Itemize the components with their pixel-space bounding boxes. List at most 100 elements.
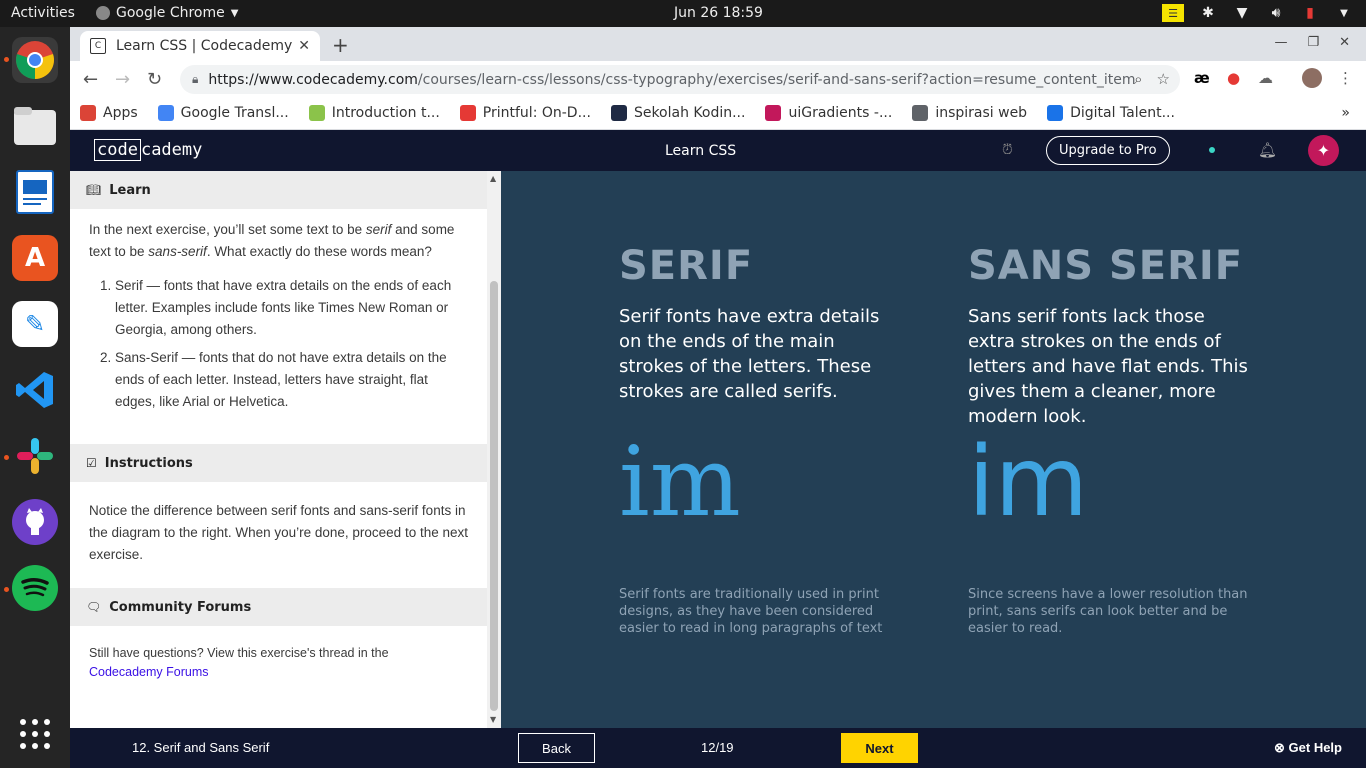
instructions-panel: 📖︎ Learn In the next exercise, you’ll se…: [70, 171, 501, 728]
wifi-icon[interactable]: ▼: [1232, 3, 1252, 23]
font-type-list: Serif — fonts that have extra details on…: [89, 275, 468, 413]
folder-icon: [912, 105, 929, 121]
bookmark-star-icon[interactable]: ☆: [1157, 70, 1170, 88]
apps-grid-icon: [80, 105, 96, 121]
scroll-thumb[interactable]: [490, 281, 498, 711]
tab-title: Learn CSS | Codecademy: [116, 38, 293, 54]
alarm-clock-icon[interactable]: ⏰︎: [1002, 142, 1013, 158]
running-indicator: [4, 455, 9, 460]
window-controls: — ❐ ✕: [1274, 35, 1350, 50]
learn-intro: In the next exercise, you’ll set some te…: [89, 222, 455, 259]
bookmark-google-translate[interactable]: Google Transl...: [148, 105, 299, 121]
printful-icon: [459, 105, 476, 121]
codecademy-logo[interactable]: code cademy: [94, 139, 202, 161]
serif-note: Serif fonts are traditionally used in pr…: [619, 587, 883, 636]
menu-icon[interactable]: ⋮: [1338, 69, 1353, 87]
checkbox-icon: ☑: [86, 456, 97, 470]
forums-link[interactable]: Codecademy Forums: [89, 665, 209, 679]
sans-serif-glyph-sample: im: [968, 426, 1089, 538]
notes-icon[interactable]: ☰: [1162, 4, 1184, 22]
zoom-icon[interactable]: ⌕: [1134, 70, 1142, 88]
lock-icon: 🔒︎: [192, 72, 199, 86]
chrome-icon[interactable]: [12, 37, 58, 83]
book-icon: 📖︎: [86, 183, 102, 197]
list-item: Serif — fonts that have extra details on…: [115, 275, 468, 341]
text-editor-icon[interactable]: ✎: [12, 301, 58, 347]
bookmark-sekolah-koding[interactable]: Sekolah Kodin...: [601, 105, 756, 121]
scroll-up-icon[interactable]: ▲: [490, 174, 496, 183]
codecademy-favicon-icon: C: [90, 38, 106, 54]
close-tab-icon[interactable]: ✕: [298, 38, 310, 54]
new-tab-button[interactable]: +: [332, 33, 349, 57]
more-bookmarks-icon[interactable]: »: [1341, 105, 1350, 121]
reload-icon[interactable]: ↻: [147, 69, 162, 90]
back-button[interactable]: Back: [518, 733, 595, 763]
sans-serif-heading: SANS SERIF: [968, 243, 1244, 289]
writer-icon[interactable]: [12, 169, 58, 215]
software-center-icon[interactable]: A: [12, 235, 58, 281]
extension-cloud-icon[interactable]: ☁: [1258, 69, 1273, 87]
progress-counter: 12/19: [701, 740, 734, 755]
vscode-icon[interactable]: [12, 367, 58, 413]
bookmark-printful[interactable]: Printful: On-D...: [450, 105, 601, 121]
extension-ae-icon[interactable]: æ: [1194, 69, 1210, 87]
upgrade-to-pro-button[interactable]: Upgrade to Pro: [1046, 136, 1170, 165]
os-top-bar: Activities Google Chrome ▼ Jun 26 18:59 …: [0, 0, 1366, 27]
github-desktop-icon[interactable]: [12, 499, 58, 545]
app-name: Google Chrome: [116, 5, 225, 21]
serif-description: Serif fonts have extra details on the en…: [619, 306, 880, 402]
volume-icon[interactable]: 🔊︎: [1266, 3, 1286, 23]
lesson-title: 12. Serif and Sans Serif: [132, 740, 270, 755]
course-title: Learn CSS: [665, 143, 737, 159]
bookmark-introduction[interactable]: Introduction t...: [299, 105, 450, 121]
typography-diagram: SERIF Serif fonts have extra details on …: [501, 171, 1366, 728]
battery-icon[interactable]: ▮: [1300, 3, 1320, 23]
learn-section-body: In the next exercise, you’ll set some te…: [70, 209, 488, 437]
panel-scrollbar[interactable]: ▲ ▼: [487, 171, 501, 728]
serif-glyph-sample: im: [619, 426, 741, 538]
scroll-down-icon[interactable]: ▼: [490, 715, 496, 724]
activities-button[interactable]: Activities: [11, 5, 75, 21]
list-item: Sans-Serif — fonts that do not have extr…: [115, 347, 468, 413]
lesson-footer: 12. Serif and Sans Serif Back 12/19 Next…: [70, 728, 1366, 768]
running-indicator: [4, 57, 9, 62]
close-window-icon[interactable]: ✕: [1339, 35, 1350, 50]
forums-section-header: 🗨︎ Community Forums: [70, 588, 501, 626]
user-avatar[interactable]: ✦: [1308, 135, 1339, 166]
sekolah-koding-icon: [610, 105, 627, 121]
w3-icon: [308, 105, 325, 121]
profile-avatar[interactable]: [1302, 68, 1322, 88]
serif-heading: SERIF: [619, 243, 754, 289]
browser-tab[interactable]: C Learn CSS | Codecademy ✕: [80, 31, 320, 61]
slack-icon[interactable]: [12, 433, 58, 479]
minimize-icon[interactable]: —: [1274, 35, 1287, 50]
bookmark-digital-talent[interactable]: Digital Talent...: [1037, 105, 1185, 121]
chevron-down-icon[interactable]: ▼: [1334, 3, 1354, 23]
clock[interactable]: Jun 26 18:59: [674, 5, 763, 21]
address-bar[interactable]: 🔒︎ https://www.codecademy.com/courses/le…: [180, 65, 1180, 94]
extension-record-icon[interactable]: ●: [1227, 69, 1240, 87]
slack-tray-icon[interactable]: ✱: [1198, 3, 1218, 23]
maximize-icon[interactable]: ❐: [1307, 35, 1319, 50]
bookmark-uigradients[interactable]: uiGradients -...: [755, 105, 902, 121]
bell-icon[interactable]: 🔔︎: [1258, 141, 1277, 159]
spotify-icon[interactable]: [12, 565, 58, 611]
get-help-button[interactable]: ⊗ Get Help: [1274, 740, 1342, 756]
forward-arrow-icon[interactable]: →: [115, 69, 130, 90]
system-tray: ☰ ✱ ▼ 🔊︎ ▮ ▼: [1162, 3, 1354, 23]
next-button[interactable]: Next: [841, 733, 918, 763]
app-menu[interactable]: Google Chrome ▼: [96, 5, 238, 21]
instructions-section-header: ☑ Instructions: [70, 444, 501, 482]
bookmark-inspirasi-web[interactable]: inspirasi web: [902, 105, 1037, 121]
bookmark-apps[interactable]: Apps: [70, 105, 148, 121]
bookmarks-bar: Apps Google Transl... Introduction t... …: [70, 97, 1366, 130]
back-arrow-icon[interactable]: ←: [83, 69, 98, 90]
forums-body: Still have questions? View this exercise…: [89, 646, 389, 679]
dock: A ✎: [0, 27, 70, 768]
browser-toolbar: ← → ↻ 🔒︎ https://www.codecademy.com/cour…: [70, 61, 1366, 97]
show-apps-icon[interactable]: [12, 711, 58, 757]
help-icon: ⊗: [1274, 740, 1285, 755]
sans-serif-note: Since screens have a lower resolution th…: [968, 587, 1248, 636]
chevron-down-icon: ▼: [230, 7, 239, 19]
files-icon[interactable]: [12, 103, 58, 149]
